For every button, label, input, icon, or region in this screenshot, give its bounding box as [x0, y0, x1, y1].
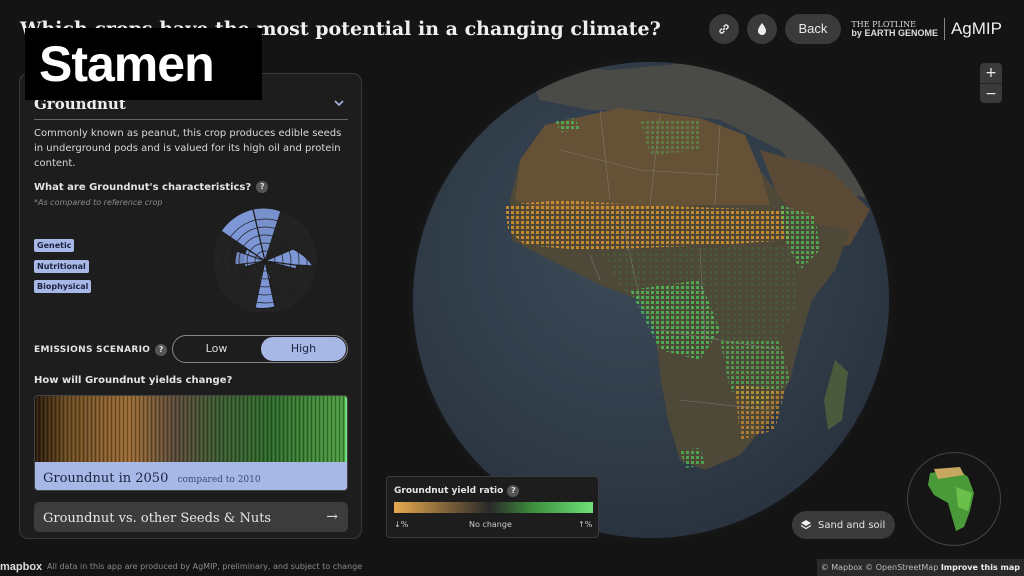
zoom-in-button[interactable]: +: [980, 63, 1002, 83]
help-icon[interactable]: ?: [507, 485, 520, 497]
map-attribution[interactable]: © Mapbox © OpenStreetMap Improve this ma…: [816, 559, 1024, 576]
help-icon[interactable]: ?: [155, 344, 168, 356]
yield-question: How will Groundnut yields change?: [34, 375, 233, 386]
improve-map-link[interactable]: Improve this map: [941, 563, 1020, 572]
zoom-out-button[interactable]: −: [980, 83, 1002, 103]
characteristics-rose-chart[interactable]: [210, 206, 320, 316]
yield-legend: Groundnut yield ratio ? ↓% No change ↑%: [386, 476, 599, 538]
stamen-logo: Stamen: [25, 28, 262, 100]
characteristics-note: *As compared to reference crop: [34, 198, 163, 207]
sand-and-soil-button[interactable]: Sand and soil: [792, 511, 896, 539]
help-icon[interactable]: ?: [256, 181, 269, 193]
data-disclaimer: All data in this app are produced by AgM…: [47, 562, 363, 571]
mapbox-logo[interactable]: mapbox: [0, 561, 42, 573]
scenario-high-option[interactable]: High: [261, 337, 346, 361]
brand-logos[interactable]: THE PLOTLINE by EARTH GENOME AgMIP: [851, 18, 1002, 40]
legend-title: Groundnut yield ratio ?: [394, 485, 520, 497]
legend-center-label: No change: [469, 520, 512, 529]
characteristics-question: What are Groundnut's characteristics? ?: [34, 181, 269, 193]
minimap[interactable]: [907, 452, 1001, 546]
arrow-right-icon: →: [326, 509, 338, 525]
tag-genetic[interactable]: Genetic: [34, 239, 75, 252]
crop-description: Commonly known as peanut, this crop prod…: [34, 128, 342, 169]
water-drop-icon: [757, 23, 766, 35]
zoom-control: + −: [980, 63, 1002, 103]
water-toggle-button[interactable]: [746, 14, 777, 44]
back-button[interactable]: Back: [784, 14, 842, 44]
legend-left-label: ↓%: [394, 520, 409, 529]
chevron-down-icon[interactable]: [332, 96, 346, 110]
link-icon: [718, 24, 729, 34]
yield-distribution-strip: [35, 396, 347, 462]
legend-color-bar: [394, 502, 593, 513]
brand-divider: [943, 18, 945, 40]
tag-nutritional[interactable]: Nutritional: [34, 260, 89, 273]
agmip-logo: AgMIP: [950, 19, 1002, 38]
tag-biophysical[interactable]: Biophysical: [34, 280, 92, 293]
emissions-scenario-toggle[interactable]: Low High: [172, 335, 348, 363]
scenario-low-option[interactable]: Low: [174, 337, 259, 361]
top-toolbar: Back THE PLOTLINE by EARTH GENOME AgMIP: [708, 14, 1002, 44]
crop-panel: Groundnut Commonly known as peanut, this…: [19, 73, 362, 539]
compare-crops-button[interactable]: Groundnut vs. other Seeds & Nuts →: [34, 502, 348, 532]
yield-change-card[interactable]: Groundnut in 2050 compared to 2010: [34, 395, 348, 491]
yield-caption: Groundnut in 2050 compared to 2010: [35, 462, 347, 490]
plotline-logo: THE PLOTLINE by EARTH GENOME: [851, 20, 938, 38]
share-link-button[interactable]: [708, 14, 739, 44]
layers-icon: [800, 520, 812, 530]
emissions-scenario-label: EMISSIONS SCENARIO ?: [34, 344, 168, 356]
minimap-africa-shape: [928, 467, 974, 531]
legend-right-label: ↑%: [578, 520, 593, 529]
